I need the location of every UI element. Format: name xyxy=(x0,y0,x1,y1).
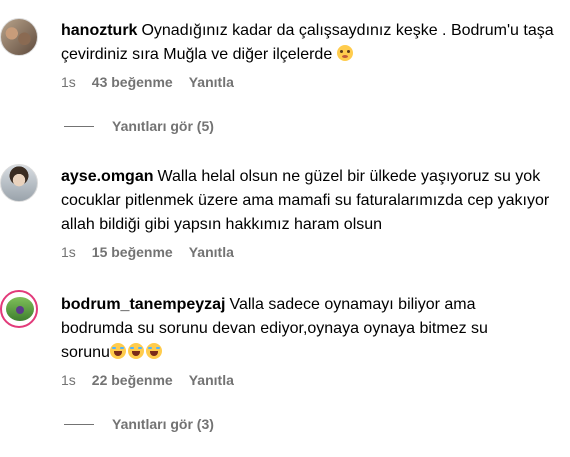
flushed-emoji-icon xyxy=(336,45,353,61)
comment-body: ayse.omgan Walla helal olsun ne güzel bir… xyxy=(61,165,551,237)
view-replies-label: Yanıtları gör (3) xyxy=(112,416,214,432)
laughing-emoji-icon xyxy=(109,343,126,359)
comment-time: 1s xyxy=(61,74,76,90)
likes-count[interactable]: 43 beğenme xyxy=(92,74,173,90)
comment-meta: 1s 15 beğenme Yanıtla xyxy=(61,244,234,260)
avatar[interactable] xyxy=(0,164,38,202)
laughing-emoji-icon xyxy=(127,343,144,359)
comment-time: 1s xyxy=(61,372,76,388)
view-replies-button[interactable]: Yanıtları gör (5) xyxy=(64,118,214,134)
likes-count[interactable]: 15 beğenme xyxy=(92,244,173,260)
divider-line xyxy=(64,423,94,425)
comment-meta: 1s 43 beğenme Yanıtla xyxy=(61,74,234,90)
divider-line xyxy=(64,125,94,127)
avatar[interactable] xyxy=(0,290,38,328)
laughing-emoji-icon xyxy=(145,343,162,359)
likes-count[interactable]: 22 beğenme xyxy=(92,372,173,388)
comment-meta: 1s 22 beğenme Yanıtla xyxy=(61,372,234,388)
view-replies-label: Yanıtları gör (5) xyxy=(112,118,214,134)
comment-body: hanozturk Oynadığınız kadar da çalışsaydı… xyxy=(61,19,556,67)
reply-button[interactable]: Yanıtla xyxy=(189,372,234,388)
view-replies-button[interactable]: Yanıtları gör (3) xyxy=(64,416,214,432)
avatar[interactable] xyxy=(0,18,38,56)
comment-username[interactable]: hanozturk xyxy=(61,22,137,39)
comment-username[interactable]: ayse.omgan xyxy=(61,168,153,185)
reply-button[interactable]: Yanıtla xyxy=(189,74,234,90)
avatar-image-detail xyxy=(16,306,24,314)
comment-body: bodrum_tanempeyzaj Valla sadece oynamayı … xyxy=(61,293,541,365)
comment-time: 1s xyxy=(61,244,76,260)
comment-username[interactable]: bodrum_tanempeyzaj xyxy=(61,296,225,313)
reply-button[interactable]: Yanıtla xyxy=(189,244,234,260)
